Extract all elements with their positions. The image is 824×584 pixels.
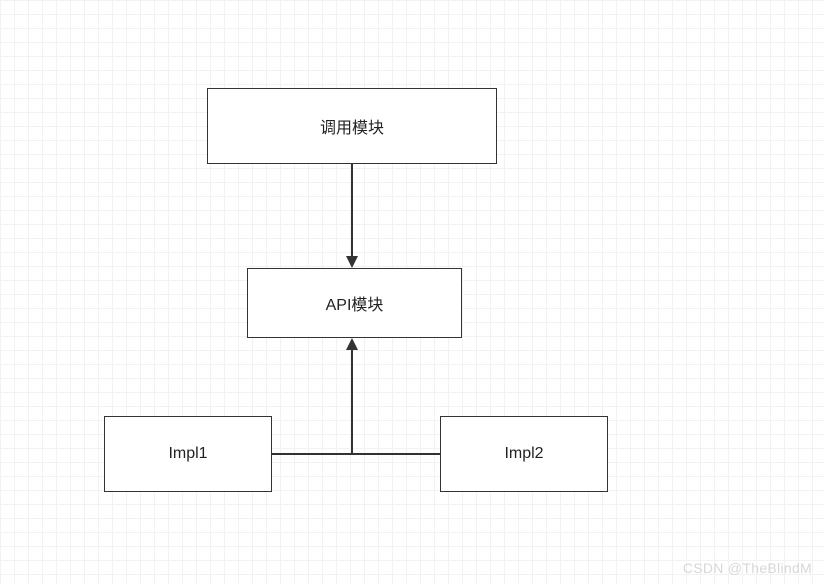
arrow-impls-to-api-head: [346, 338, 358, 350]
api-module-label: API模块: [326, 291, 384, 315]
impl1-box: Impl1: [104, 416, 272, 492]
impl2-connector: [352, 453, 440, 455]
arrow-caller-to-api-line: [351, 164, 353, 258]
impl2-label: Impl2: [504, 445, 543, 463]
impl1-label: Impl1: [168, 445, 207, 463]
caller-module-label: 调用模块: [320, 114, 384, 138]
arrow-caller-to-api-head: [346, 256, 358, 268]
watermark-text: CSDN @TheBlindM: [683, 560, 812, 576]
impl1-connector: [272, 453, 352, 455]
arrow-impls-to-api-line: [351, 350, 353, 455]
api-module-box: API模块: [247, 268, 462, 338]
caller-module-box: 调用模块: [207, 88, 497, 164]
impl2-box: Impl2: [440, 416, 608, 492]
